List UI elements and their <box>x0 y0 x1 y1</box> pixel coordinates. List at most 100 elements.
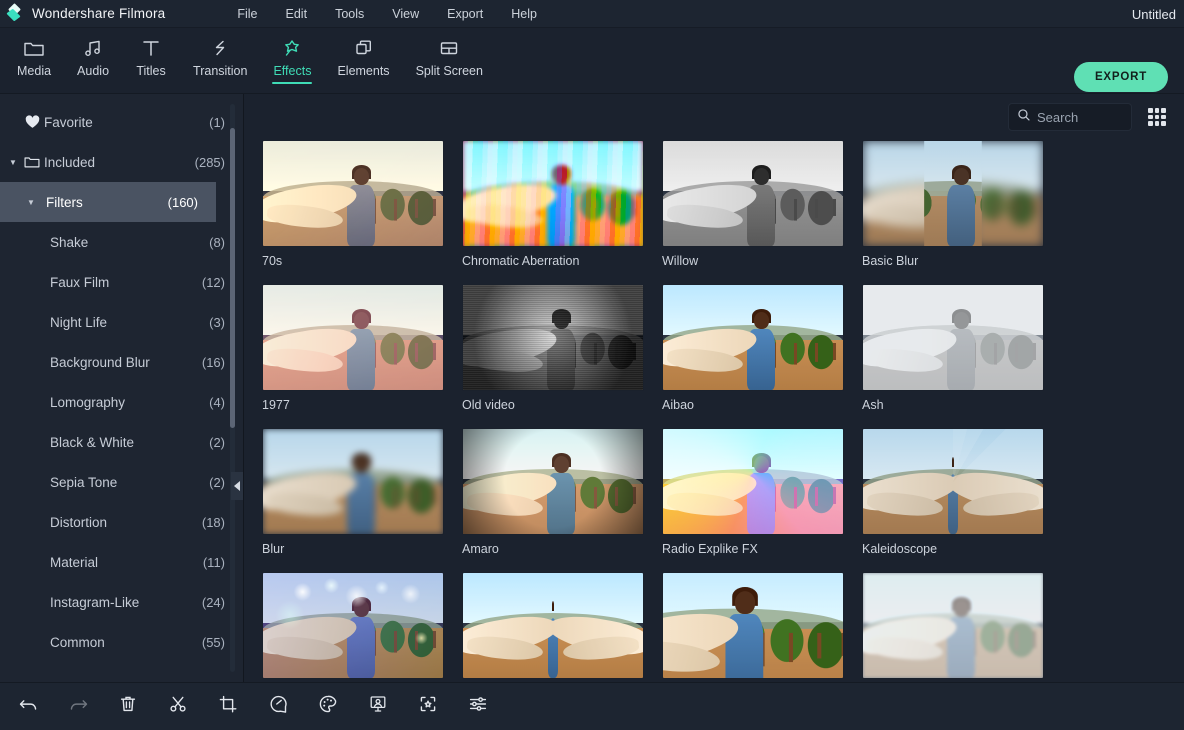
effect-item-chromatic-aberration[interactable]: Chromatic Aberration <box>462 140 644 268</box>
sidebar-item-favorite[interactable]: Favorite (1) <box>0 102 243 142</box>
effect-item-aibao[interactable]: Aibao <box>662 284 844 412</box>
effect-item-ash[interactable]: Ash <box>862 284 1044 412</box>
sidebar-item-faux-film[interactable]: Faux Film (12) <box>0 262 243 302</box>
sidebar-item-night-life[interactable]: Night Life (3) <box>0 302 243 342</box>
sidebar-item-included-count: (285) <box>194 154 225 170</box>
export-button[interactable]: EXPORT <box>1074 62 1168 92</box>
crop-icon <box>218 694 238 719</box>
sidebar-item-favorite-count: (1) <box>209 114 225 130</box>
tab-audio-label: Audio <box>77 64 110 78</box>
effect-thumbnail <box>262 572 444 679</box>
redo-button[interactable] <box>62 691 94 723</box>
effects-grid-scroll[interactable]: 70s Chromatic Aberration Willow Basic Bl… <box>244 140 1184 682</box>
effect-thumbnail <box>462 140 644 247</box>
tab-titles[interactable]: Titles <box>122 28 180 93</box>
document-title: Untitled <box>1131 6 1176 22</box>
sidebar-item-black-and-white[interactable]: Black & White (2) <box>0 422 243 462</box>
speed-button[interactable] <box>262 691 294 723</box>
sidebar-item-included[interactable]: ▼ Included (285) <box>0 142 243 182</box>
sidebar-collapse-handle[interactable] <box>231 472 243 500</box>
chevron-down-icon[interactable]: ▼ <box>24 198 38 207</box>
effect-item-kaleidoscope[interactable]: Kaleidoscope <box>862 428 1044 556</box>
sidebar-item-instagram-like[interactable]: Instagram-Like (24) <box>0 582 243 622</box>
menu-item-export[interactable]: Export <box>433 3 497 25</box>
delete-button[interactable] <box>112 691 144 723</box>
menu-item-tools[interactable]: Tools <box>321 3 378 25</box>
effect-label: 70s <box>262 254 283 268</box>
sidebar-item-common-label: Common <box>50 634 105 650</box>
green-screen-button[interactable] <box>362 691 394 723</box>
tab-transition[interactable]: Transition <box>180 28 260 93</box>
sidebar-item-black-and-white-count: (2) <box>209 434 225 450</box>
auto-enhance-button[interactable] <box>412 691 444 723</box>
tab-transition-label: Transition <box>193 64 248 78</box>
sidebar-item-lomography-count: (4) <box>209 394 225 410</box>
filmora-logo-icon <box>5 3 24 22</box>
active-tab-underline <box>272 82 313 84</box>
effect-item-willow[interactable]: Willow <box>662 140 844 268</box>
sidebar-item-night-life-count: (3) <box>209 314 225 330</box>
sidebar-item-common-count: (55) <box>201 634 225 650</box>
effect-label: Basic Blur <box>862 254 919 268</box>
sidebar-item-sepia-tone[interactable]: Sepia Tone (2) <box>0 462 243 502</box>
effect-item-old-video[interactable]: Old video <box>462 284 644 412</box>
sidebar-item-material[interactable]: Material (11) <box>0 542 243 582</box>
search-input[interactable] <box>1037 109 1123 125</box>
magic-star-icon <box>281 36 303 60</box>
color-button[interactable] <box>312 691 344 723</box>
tab-media[interactable]: Media <box>4 28 64 93</box>
trash-icon <box>118 694 138 719</box>
auto-enhance-icon <box>418 694 438 719</box>
sidebar-item-distortion-label: Distortion <box>50 514 108 530</box>
tab-audio[interactable]: Audio <box>64 28 122 93</box>
tab-effects-label: Effects <box>273 64 312 78</box>
content-header <box>244 94 1184 140</box>
effect-item-row4-4[interactable] <box>862 572 1044 682</box>
tab-elements[interactable]: Elements <box>324 28 402 93</box>
sliders-icon <box>468 694 488 719</box>
sidebar-item-common[interactable]: Common (55) <box>0 622 243 662</box>
grid-dots-icon[interactable] <box>1144 104 1170 130</box>
effect-item-basic-blur[interactable]: Basic Blur <box>862 140 1044 268</box>
effect-label: Ash <box>862 398 884 412</box>
sidebar-item-filters-label: Filters <box>46 194 83 210</box>
search-box[interactable] <box>1008 103 1132 131</box>
settings-button[interactable] <box>462 691 494 723</box>
effect-item-row4-1[interactable] <box>262 572 444 682</box>
crop-button[interactable] <box>212 691 244 723</box>
title-bar: Wondershare Filmora File Edit Tools View… <box>0 0 1184 28</box>
effect-item-row4-3[interactable] <box>662 572 844 682</box>
chevron-down-icon[interactable]: ▼ <box>6 158 20 167</box>
split-button[interactable] <box>162 691 194 723</box>
undo-button[interactable] <box>12 691 44 723</box>
toolbar-tabs: Media Audio Titles Transition Effects El… <box>0 28 496 93</box>
sidebar-item-lomography[interactable]: Lomography (4) <box>0 382 243 422</box>
sidebar-item-material-count: (11) <box>202 554 225 570</box>
effect-item-row4-2[interactable] <box>462 572 644 682</box>
sidebar-scrollbar-thumb[interactable] <box>230 128 235 428</box>
app-logo <box>0 0 30 28</box>
sidebar-item-background-blur[interactable]: Background Blur (16) <box>0 342 243 382</box>
effect-item-blur[interactable]: Blur <box>262 428 444 556</box>
sidebar-item-instagram-like-count: (24) <box>201 594 225 610</box>
effect-item-radio-explike-fx[interactable]: Radio Explike FX <box>662 428 844 556</box>
sidebar-item-shake[interactable]: Shake (8) <box>0 222 243 262</box>
scissors-icon <box>168 694 188 719</box>
effect-item-70s[interactable]: 70s <box>262 140 444 268</box>
effect-item-amaro[interactable]: Amaro <box>462 428 644 556</box>
folder-icon <box>20 155 44 169</box>
sidebar-item-filters[interactable]: ▼ Filters (160) <box>0 182 216 222</box>
tab-effects[interactable]: Effects <box>260 28 324 93</box>
effect-item-1977[interactable]: 1977 <box>262 284 444 412</box>
effect-label: Aibao <box>662 398 694 412</box>
menu-item-view[interactable]: View <box>378 3 433 25</box>
sidebar-item-distortion[interactable]: Distortion (18) <box>0 502 243 542</box>
menu-item-help[interactable]: Help <box>497 3 551 25</box>
menu-item-edit[interactable]: Edit <box>272 3 322 25</box>
menu-item-file[interactable]: File <box>223 3 271 25</box>
tab-split-screen[interactable]: Split Screen <box>403 28 496 93</box>
sidebar-item-favorite-label: Favorite <box>44 114 93 130</box>
effect-label: Amaro <box>462 542 499 556</box>
effect-thumbnail <box>462 284 644 391</box>
effect-thumbnail <box>862 428 1044 535</box>
